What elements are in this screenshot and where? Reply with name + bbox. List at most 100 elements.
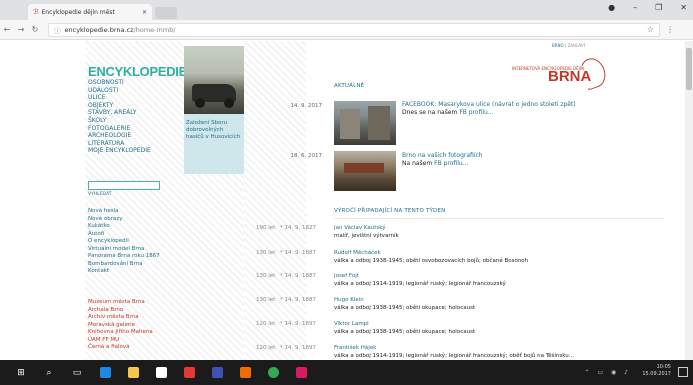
reload-icon[interactable]: ↻ <box>28 25 42 34</box>
close-window-button[interactable]: ✕ <box>680 3 687 12</box>
anniversary-name[interactable]: František Hájek <box>334 345 376 352</box>
notifications-icon[interactable] <box>678 367 688 377</box>
menu-item[interactable]: ARCHEOLOGIE <box>88 132 151 140</box>
news-desc: Na našem <box>402 160 435 167</box>
news-date: 14. 9. 2017 <box>290 103 323 109</box>
main-menu: OSOBNOSTI UDÁLOSTI ULICE OBJEKTY STAVBY,… <box>88 79 151 155</box>
partner-link[interactable]: Archiv města Brna <box>88 314 153 322</box>
chrome-icon[interactable] <box>266 366 280 380</box>
clock-time: 10:05 <box>656 364 671 370</box>
info-link[interactable]: Kukátko <box>88 223 160 231</box>
maximize-button[interactable]: ❐ <box>655 3 662 12</box>
divider <box>334 218 664 219</box>
lang-brno[interactable]: BRNO <box>552 43 564 48</box>
anniversary-name[interactable]: Josef Fojt <box>334 273 359 280</box>
windows-start-icon[interactable]: ⊞ <box>14 366 28 380</box>
menu-item[interactable]: MOJE ENCYKLOPEDIE <box>88 147 151 155</box>
info-link[interactable]: Panorama Brna roku 1867 <box>88 253 160 261</box>
anniversary-date: * 14. 9. 1887 <box>280 273 316 279</box>
brand-swirl-icon <box>576 54 610 92</box>
anniversary-desc: válka a odboj 1938-1945; oběti okupace; … <box>334 328 476 335</box>
info-link[interactable]: Nové obrazy <box>88 216 160 224</box>
partner-link[interactable]: ÚAM FF MU <box>88 337 153 345</box>
address-bar: ← → ↻ ⓘ encyklopedie.brna.cz/home-mmb/ ☆… <box>0 20 693 40</box>
scrollbar-thumb[interactable] <box>686 48 692 90</box>
menu-item[interactable]: OBJEKTY <box>88 102 151 110</box>
app-orange-icon[interactable] <box>238 366 252 380</box>
menu-item[interactable]: OSOBNOSTI <box>88 79 151 87</box>
minimize-button[interactable]: – <box>633 3 637 12</box>
app-red-icon[interactable] <box>182 366 196 380</box>
info-link[interactable]: Virtuální model Brna <box>88 246 160 254</box>
news-image[interactable] <box>334 151 396 191</box>
anniversary-date: * 14. 9. 1897 <box>280 321 316 327</box>
info-link[interactable]: O encyklopedii <box>88 238 160 246</box>
lang-other[interactable]: ZAHLAVÍ <box>568 43 585 48</box>
anniversary-name[interactable]: Viktor Lampl <box>334 321 369 328</box>
site-logo[interactable]: ENCYKLOPEDIE <box>88 64 187 79</box>
menu-item[interactable]: ŠKOLY <box>88 117 151 125</box>
tab-close-icon[interactable]: ✕ <box>142 9 147 16</box>
news-link[interactable]: FB profilu... <box>434 160 468 167</box>
edge-icon[interactable] <box>98 366 112 380</box>
partner-link[interactable]: Moravská galerie <box>88 322 153 330</box>
menu-item[interactable]: ULICE <box>88 94 151 102</box>
app-pink-icon[interactable] <box>294 366 308 380</box>
back-icon[interactable]: ← <box>0 25 14 34</box>
url-domain: encyklopedie.brna.cz <box>64 25 134 34</box>
anniversary-name[interactable]: Jan Václav Kautský <box>334 225 386 232</box>
partner-link[interactable]: Černá a fialová <box>88 344 153 352</box>
news-date: 18. 6. 2017 <box>290 153 323 159</box>
anniversary-date: * 14. 9. 1897 <box>280 345 316 351</box>
menu-item[interactable]: UDÁLOSTI <box>88 87 151 95</box>
window-controls: ● – ❐ ✕ <box>608 3 687 12</box>
partner-link[interactable]: Muzeum města Brna <box>88 299 153 307</box>
url-path: /home-mmb/ <box>133 25 176 34</box>
search-icon[interactable]: ⌕ <box>42 366 56 380</box>
news-section-title: AKTUÁLNĚ <box>334 83 365 89</box>
new-tab-button[interactable] <box>155 7 177 19</box>
task-view-icon[interactable]: ▭ <box>70 366 84 380</box>
anniversary-age: 190 let <box>256 225 276 231</box>
news-title[interactable]: Brno na vašich fotografiích <box>402 152 483 160</box>
news-link[interactable]: FB profilu... <box>459 109 493 116</box>
news-image[interactable] <box>334 101 396 145</box>
anniversary-desc: válka a odboj 1914-1919; legionář ruský;… <box>334 280 506 287</box>
anniversary-desc: malíř, jevištní výtvarník <box>334 232 399 239</box>
anniversary-name[interactable]: Rudolf Měcháček <box>334 250 381 257</box>
news-item: FACEBOOK: Masarykova ulice (návrat o jed… <box>402 101 576 117</box>
bookmark-star-icon[interactable]: ☆ <box>647 25 654 34</box>
clock[interactable]: 10:05 15.09.2017 <box>642 364 671 378</box>
info-link[interactable]: Nová hesla <box>88 208 160 216</box>
store-icon[interactable] <box>154 366 168 380</box>
featured-photo[interactable] <box>184 46 244 114</box>
menu-item[interactable]: STAVBY, AREÁLY <box>88 109 151 117</box>
search-label: VYHLEDAT <box>88 192 112 197</box>
menu-item[interactable]: FOTOGALERIE <box>88 125 151 133</box>
news-title[interactable]: FACEBOOK: Masarykova ulice (návrat o jed… <box>402 101 576 109</box>
info-link[interactable]: Kontakt <box>88 268 160 276</box>
menu-item[interactable]: LITERATURA <box>88 140 151 148</box>
partner-link[interactable]: Knihovna Jiřího Mahena <box>88 329 153 337</box>
partner-link[interactable]: Archaia Brno <box>88 307 153 315</box>
anniversary-age: 120 let <box>256 345 276 351</box>
info-link[interactable]: Bombardování Brna <box>88 261 160 269</box>
anniversary-desc: válka a odboj 1938-1945; oběti okupace; … <box>334 304 476 311</box>
app-blue-icon[interactable] <box>210 366 224 380</box>
anniversary-age: 130 let <box>256 297 276 303</box>
system-tray-icons[interactable]: ⌃ ▭ ◉ ♪ <box>585 369 631 376</box>
anniversary-date: * 14. 9. 1827 <box>280 225 316 231</box>
forward-icon[interactable]: → <box>14 25 28 34</box>
info-icon[interactable]: ⓘ <box>54 25 61 35</box>
search-input[interactable] <box>88 181 160 190</box>
anniversary-name[interactable]: Hugo Klein <box>334 297 364 304</box>
browser-menu-icon[interactable]: ⋮ <box>666 25 674 34</box>
url-input[interactable]: ⓘ encyklopedie.brna.cz/home-mmb/ ☆ <box>48 22 660 37</box>
anniversary-age: 130 let <box>256 250 276 256</box>
anniversary-age: 120 let <box>256 321 276 327</box>
account-icon[interactable]: ● <box>608 3 615 12</box>
tab-active[interactable]: ℬ Encyklopedie dějin měst ✕ <box>28 4 152 20</box>
file-explorer-icon[interactable] <box>126 366 140 380</box>
info-link[interactable]: Autoři <box>88 231 160 239</box>
featured-photo-caption[interactable]: Založení Sboru dobrovolných hasičů v Hus… <box>184 114 244 174</box>
